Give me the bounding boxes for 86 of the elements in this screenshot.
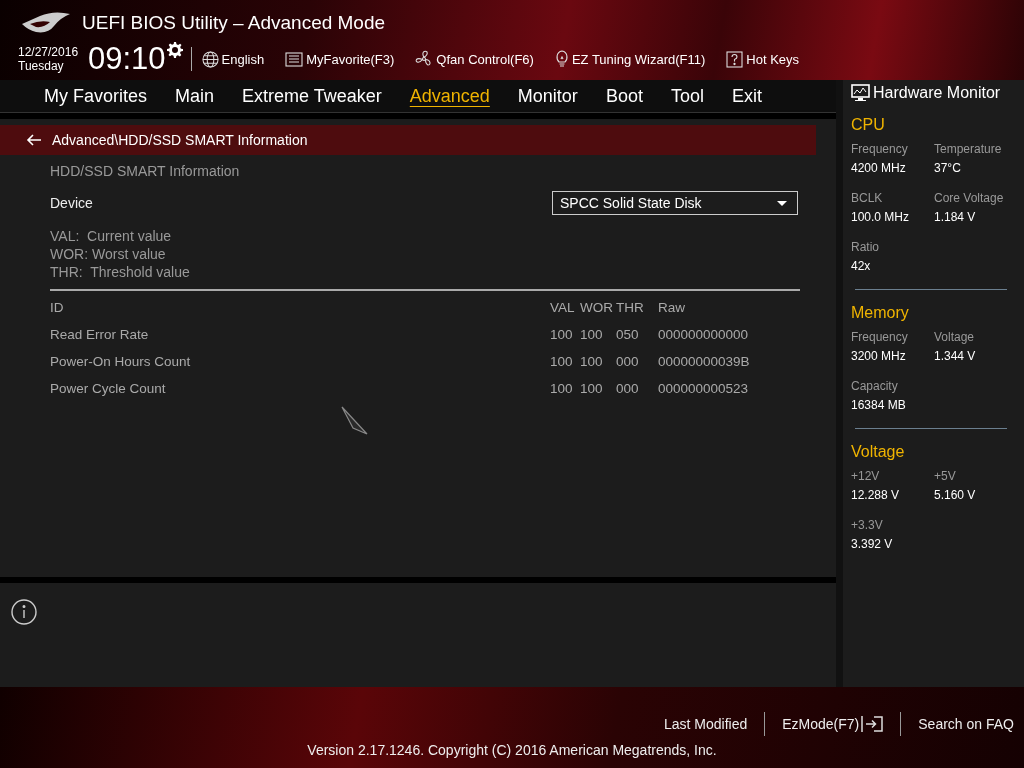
monitor-section-title: CPU (851, 116, 886, 134)
table-cell-text: 000 (616, 380, 640, 398)
mouse-pointer-icon (341, 406, 369, 436)
lightbulb-icon (554, 50, 569, 68)
column-header: Raw (658, 299, 686, 317)
device-label: Device (50, 195, 93, 211)
table-cell-text: 100 (580, 326, 604, 344)
back-arrow-icon (26, 134, 42, 146)
table-cell-text: 100 (550, 326, 574, 344)
sensor-label: Temperature (934, 142, 1003, 156)
table-cell-text: 000 (616, 353, 640, 371)
column-header: VAL (550, 299, 576, 317)
sensor-value: 16384 MB (851, 398, 907, 412)
window-title: UEFI BIOS Utility – Advanced Mode (82, 12, 386, 34)
sensor-label: Frequency (851, 330, 909, 344)
settings-icon[interactable] (166, 42, 183, 58)
date-text: 12/27/2016 (18, 45, 80, 59)
copyright-text: Version 2.17.1246. Copyright (C) 2016 American Megatrends, Inc. (307, 742, 717, 758)
help-icon (726, 50, 744, 68)
toolbar-button[interactable]: Hot Keys (726, 50, 800, 68)
exit-icon (861, 715, 884, 733)
toolbar-button[interactable]: MyFavorite(F3) (285, 51, 395, 67)
menu-tab[interactable]: Monitor (503, 83, 592, 109)
sensor-value: 3200 MHz (851, 349, 907, 363)
toolbar-button[interactable]: EZ Tuning Wizard(F11) (554, 50, 706, 68)
sensor-value: 5.160 V (934, 488, 977, 502)
sensor-label: Core Voltage (934, 191, 1005, 205)
sensor-value: 37°C (934, 161, 962, 175)
menu-tab[interactable]: Boot (591, 83, 657, 109)
sensor-label: Ratio (851, 240, 880, 254)
sensor-value: 4200 MHz (851, 161, 907, 175)
toolbar-button[interactable]: Qfan Control(F6) (415, 50, 534, 68)
section-title: HDD/SSD SMART Information (50, 163, 241, 179)
sensor-value: 3.392 V (851, 537, 894, 551)
sensor-label: +12V (851, 469, 881, 483)
sensor-value: 42x (851, 259, 872, 273)
column-header: WOR (580, 299, 614, 317)
table-cell-text: 00000000039B (658, 353, 751, 371)
weekday-text: Tuesday (18, 59, 65, 73)
sensor-value: 12.288 V (851, 488, 901, 502)
breadcrumb-bar[interactable]: Advanced\HDD/SSD SMART Information (0, 125, 816, 155)
legend-text: WOR: Worst value (50, 245, 167, 263)
sensor-label: BCLK (851, 191, 884, 205)
fan-icon (415, 50, 434, 68)
table-cell-text: 100 (550, 380, 574, 398)
table-cell-text: 050 (616, 326, 640, 344)
menu-tab[interactable]: Tool (656, 83, 718, 109)
sensor-label: Capacity (851, 379, 899, 393)
footer-link[interactable]: EzMode(F7) (782, 715, 884, 733)
footer-link[interactable]: Last Modified (663, 716, 748, 732)
menu-tab[interactable]: Extreme Tweaker (228, 83, 396, 109)
device-dropdown[interactable]: SPCC Solid State Disk (552, 191, 798, 215)
monitor-section-title: Memory (851, 304, 910, 322)
panel-title: Hardware Monitor (873, 84, 1001, 102)
table-cell-text: Power-On Hours Count (50, 353, 192, 371)
table-cell-text: 100 (580, 380, 604, 398)
monitor-section-title: Voltage (851, 443, 906, 461)
info-icon (11, 599, 37, 625)
table-cell-text: 100 (550, 353, 574, 371)
table-cell-text: 000000000523 (658, 380, 750, 398)
footer-link[interactable]: Search on FAQ (918, 716, 1014, 732)
menu-tab[interactable]: Exit (717, 83, 776, 109)
sensor-label: +3.3V (851, 518, 884, 532)
menu-tab[interactable]: Main (161, 83, 229, 109)
sensor-label: Frequency (851, 142, 909, 156)
table-cell-text: Read Error Rate (50, 326, 150, 344)
dropdown-caret-icon (777, 200, 787, 206)
legend-text: THR: Threshold value (50, 263, 191, 281)
sensor-label: +5V (934, 469, 957, 483)
globe-icon (201, 50, 219, 68)
sensor-value: 1.344 V (934, 349, 977, 363)
column-header: ID (50, 299, 65, 317)
list-icon (285, 51, 304, 67)
menu-tab[interactable]: My Favorites (30, 83, 162, 109)
sensor-label: Voltage (934, 330, 976, 344)
table-cell-text: 000000000000 (658, 326, 750, 344)
sensor-value: 1.184 V (934, 210, 977, 224)
table-cell-text: 100 (580, 353, 604, 371)
toolbar-button[interactable]: English (201, 50, 265, 68)
clock-time: 09:10 (88, 41, 166, 77)
column-header: THR (616, 299, 645, 317)
table-cell-text: Power Cycle Count (50, 380, 167, 398)
sensor-value: 100.0 MHz (851, 210, 911, 224)
legend-text: VAL: Current value (50, 227, 173, 245)
menu-tab[interactable]: Advanced (395, 83, 504, 109)
monitor-icon (851, 84, 870, 102)
